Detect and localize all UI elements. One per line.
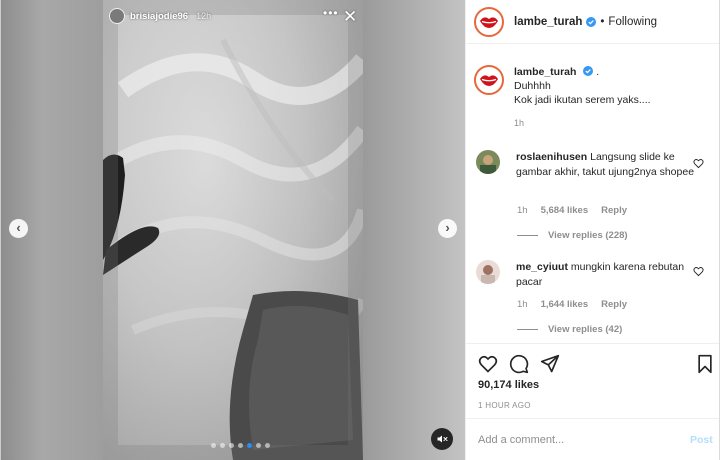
carousel-indicator	[211, 443, 270, 448]
comment-item: roslaenihusen Langsung slide ke gambar a…	[476, 150, 696, 180]
verified-icon	[583, 66, 594, 76]
caption-line: Duhhhh	[514, 80, 551, 92]
comment-avatar[interactable]	[476, 150, 500, 174]
reply-button[interactable]: Reply	[601, 205, 627, 216]
comment-avatar[interactable]	[476, 260, 500, 284]
carousel-dot	[211, 443, 216, 448]
carousel-dot	[229, 443, 234, 448]
post-timestamp: 1 HOUR AGO	[478, 401, 531, 410]
story-frame: brisiajodie96 12h ••• ✕	[103, 0, 363, 460]
caption: lambe_turah . Duhhhh Kok jadi ikutan ser…	[474, 65, 651, 130]
share-icon[interactable]	[540, 354, 560, 374]
comments-section: lambe_turah . Duhhhh Kok jadi ikutan ser…	[466, 45, 719, 342]
story-options-icon[interactable]: •••	[323, 6, 339, 20]
comment-body: me_cyiuut mungkin karena rebutan pacar	[516, 260, 696, 290]
story-header: brisiajodie96 12h	[109, 8, 211, 24]
carousel-dot	[256, 443, 261, 448]
comment-time: 1h	[517, 299, 528, 310]
comment-time: 1h	[517, 205, 528, 216]
replies-dash	[517, 235, 538, 236]
comment-username[interactable]: me_cyiuut	[516, 261, 568, 273]
bookmark-icon[interactable]	[695, 354, 715, 374]
replies-dash	[517, 329, 538, 330]
post-comment-button[interactable]: Post	[690, 434, 713, 446]
story-username[interactable]: brisiajodie96	[130, 11, 188, 22]
mute-icon	[437, 435, 448, 443]
caption-text: lambe_turah . Duhhhh Kok jadi ikutan ser…	[514, 65, 651, 130]
carousel-dot	[238, 443, 243, 448]
following-button[interactable]: Following	[608, 16, 657, 28]
lips-logo	[480, 75, 498, 86]
chevron-right-icon: ›	[445, 220, 450, 235]
story-time: 12h	[196, 11, 212, 21]
comment-item: me_cyiuut mungkin karena rebutan pacar	[476, 260, 696, 290]
comment-meta: 1h 5,684 likes Reply	[517, 205, 627, 216]
action-bar	[466, 343, 719, 381]
caption-avatar[interactable]	[474, 65, 504, 95]
add-comment-box: Post	[466, 418, 719, 460]
caption-line: Kok jadi ikutan serem yaks....	[514, 94, 651, 106]
caption-suffix: .	[596, 66, 600, 78]
comment-meta: 1h 1,644 likes Reply	[517, 299, 627, 310]
verified-icon	[586, 16, 597, 27]
story-image	[103, 0, 363, 460]
post-header: lambe_turah • Following	[466, 0, 719, 44]
carousel-dot	[220, 443, 225, 448]
next-button[interactable]: ›	[438, 219, 457, 238]
heart-icon[interactable]	[693, 266, 704, 277]
caption-time: 1h	[514, 118, 525, 128]
comment-icon[interactable]	[509, 354, 529, 374]
view-replies-label: View replies (228)	[548, 230, 628, 241]
story-avatar[interactable]	[109, 8, 125, 24]
view-replies-button[interactable]: View replies (42)	[517, 324, 622, 335]
post-sidebar: lambe_turah • Following lambe_turah . Du…	[465, 0, 720, 460]
carousel-dot	[247, 443, 252, 448]
mute-button[interactable]	[431, 428, 453, 450]
caption-username[interactable]: lambe_turah	[514, 66, 576, 78]
comment-likes[interactable]: 1,644 likes	[541, 299, 589, 310]
comment-input[interactable]	[478, 433, 678, 446]
close-icon[interactable]: ✕	[343, 8, 357, 25]
previous-button[interactable]: ‹	[9, 219, 28, 238]
chevron-left-icon: ‹	[16, 220, 21, 235]
heart-icon[interactable]	[478, 354, 498, 374]
view-replies-label: View replies (42)	[548, 324, 623, 335]
comment-body: roslaenihusen Langsung slide ke gambar a…	[516, 150, 696, 180]
account-avatar[interactable]	[474, 6, 504, 37]
likes-count[interactable]: 90,174 likes	[478, 379, 539, 391]
media-viewer: brisiajodie96 12h ••• ✕ ‹ ›	[0, 0, 465, 460]
comment-username[interactable]: roslaenihusen	[516, 151, 587, 163]
reply-button[interactable]: Reply	[601, 299, 627, 310]
carousel-dot	[265, 443, 270, 448]
account-username[interactable]: lambe_turah	[514, 16, 582, 28]
lips-logo	[480, 16, 498, 28]
view-replies-button[interactable]: View replies (228)	[517, 230, 628, 241]
heart-icon[interactable]	[693, 158, 704, 169]
comment-likes[interactable]: 5,684 likes	[541, 205, 589, 216]
follow-separator: •	[600, 15, 605, 28]
